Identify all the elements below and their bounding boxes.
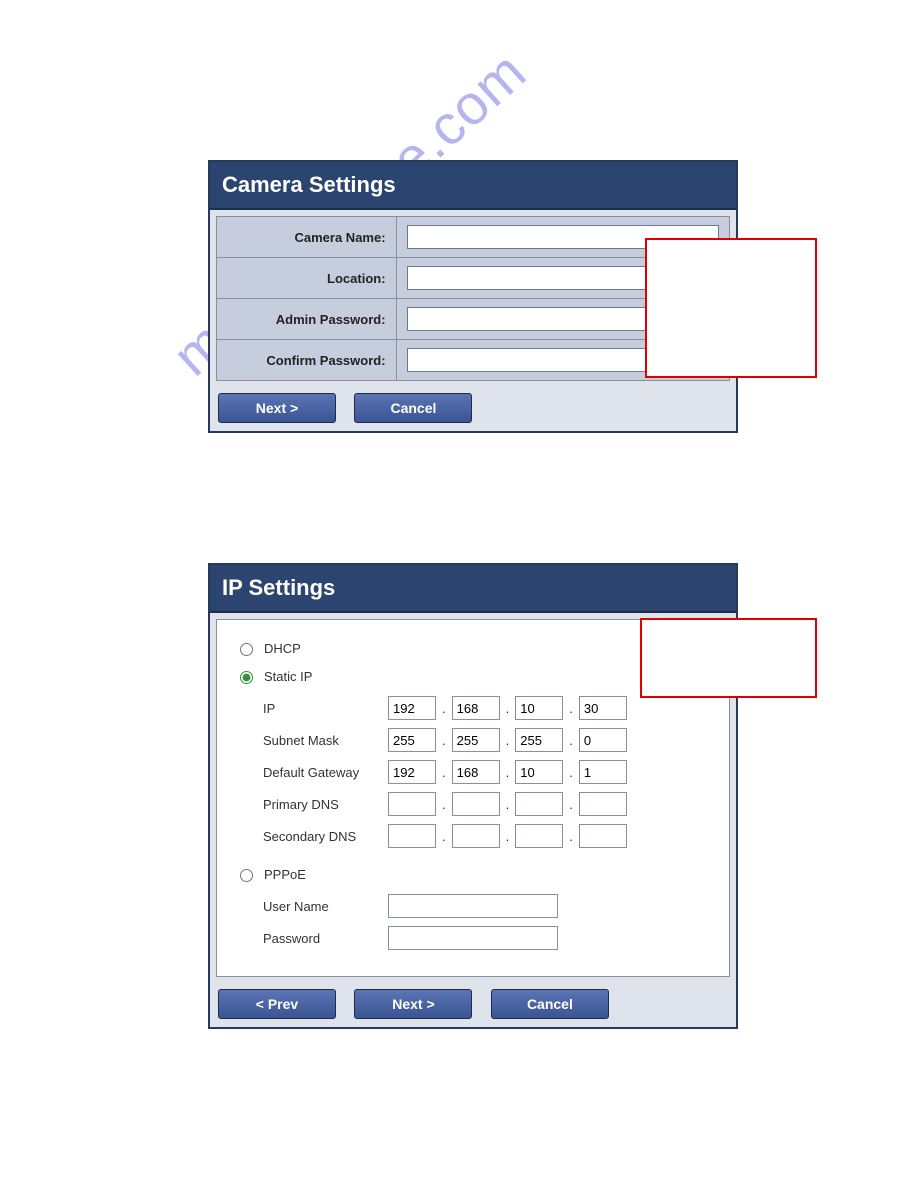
- sdns-octet-1[interactable]: [388, 824, 436, 848]
- camera-settings-title: Camera Settings: [210, 162, 736, 210]
- sdns-octet-4[interactable]: [579, 824, 627, 848]
- pdns-octet-1[interactable]: [388, 792, 436, 816]
- admin-password-label: Admin Password:: [217, 299, 397, 340]
- pppoe-pass-label: Password: [263, 931, 388, 946]
- ip-settings-title: IP Settings: [210, 565, 736, 613]
- mask-octet-4[interactable]: [579, 728, 627, 752]
- pppoe-label: PPPoE: [264, 867, 306, 882]
- dhcp-radio[interactable]: [240, 643, 253, 656]
- pppoe-user-input[interactable]: [388, 894, 558, 918]
- pppoe-radio[interactable]: [240, 869, 253, 882]
- static-ip-label: Static IP: [264, 669, 312, 684]
- confirm-password-label: Confirm Password:: [217, 340, 397, 381]
- secondary-dns-label: Secondary DNS: [263, 829, 388, 844]
- ip-label: IP: [263, 701, 388, 716]
- static-ip-radio[interactable]: [240, 671, 253, 684]
- dhcp-label: DHCP: [264, 641, 301, 656]
- ip-octet-1[interactable]: [388, 696, 436, 720]
- ip-octet-4[interactable]: [579, 696, 627, 720]
- subnet-mask-label: Subnet Mask: [263, 733, 388, 748]
- ip-next-button[interactable]: Next >: [354, 989, 472, 1019]
- camera-name-label: Camera Name:: [217, 217, 397, 258]
- pppoe-user-label: User Name: [263, 899, 388, 914]
- pdns-octet-3[interactable]: [515, 792, 563, 816]
- camera-next-button[interactable]: Next >: [218, 393, 336, 423]
- callout-box-2: [640, 618, 817, 698]
- ip-prev-button[interactable]: < Prev: [218, 989, 336, 1019]
- sdns-octet-3[interactable]: [515, 824, 563, 848]
- pdns-octet-4[interactable]: [579, 792, 627, 816]
- camera-cancel-button[interactable]: Cancel: [354, 393, 472, 423]
- mask-octet-3[interactable]: [515, 728, 563, 752]
- location-label: Location:: [217, 258, 397, 299]
- mask-octet-2[interactable]: [452, 728, 500, 752]
- callout-box-1: [645, 238, 817, 378]
- mask-octet-1[interactable]: [388, 728, 436, 752]
- gw-octet-2[interactable]: [452, 760, 500, 784]
- gw-octet-3[interactable]: [515, 760, 563, 784]
- gateway-label: Default Gateway: [263, 765, 388, 780]
- gw-octet-4[interactable]: [579, 760, 627, 784]
- sdns-octet-2[interactable]: [452, 824, 500, 848]
- gw-octet-1[interactable]: [388, 760, 436, 784]
- primary-dns-label: Primary DNS: [263, 797, 388, 812]
- pdns-octet-2[interactable]: [452, 792, 500, 816]
- ip-octet-3[interactable]: [515, 696, 563, 720]
- pppoe-pass-input[interactable]: [388, 926, 558, 950]
- ip-cancel-button[interactable]: Cancel: [491, 989, 609, 1019]
- ip-octet-2[interactable]: [452, 696, 500, 720]
